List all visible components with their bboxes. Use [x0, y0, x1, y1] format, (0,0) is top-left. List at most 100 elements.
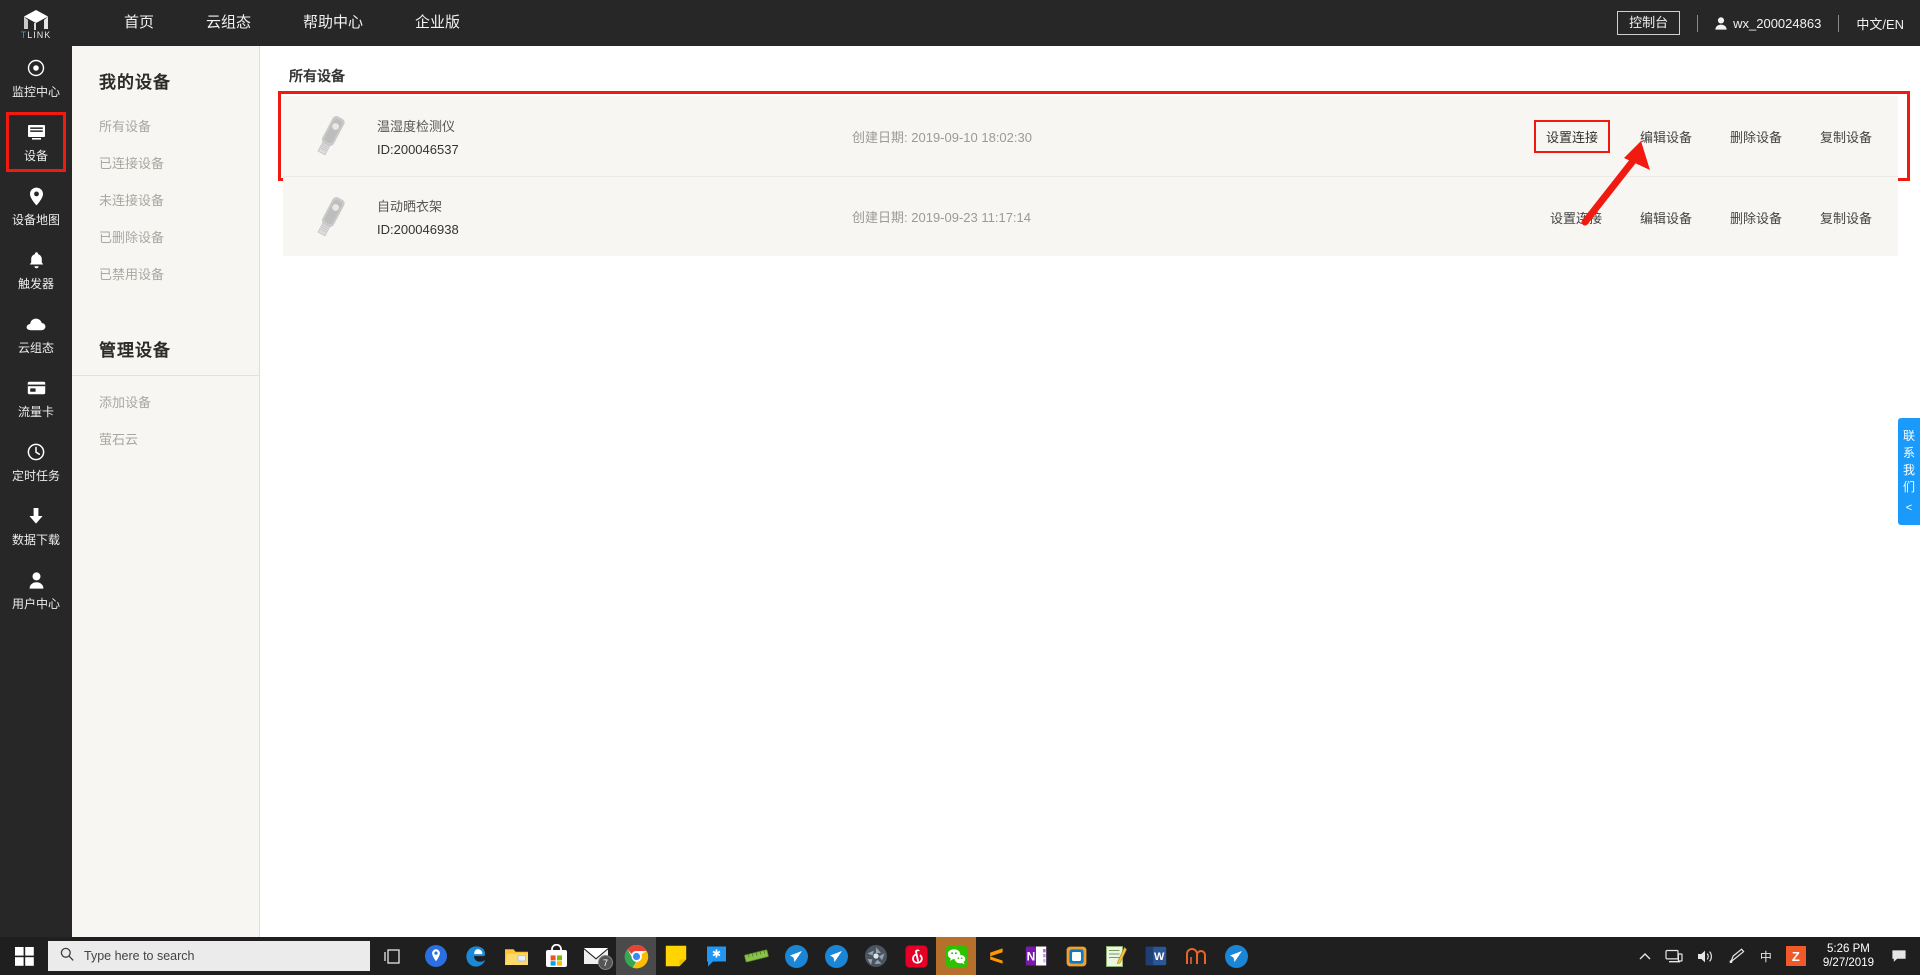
console-button[interactable]: 控制台 [1617, 10, 1681, 36]
taskbar-navicat-icon[interactable] [1176, 937, 1216, 975]
sidebar-item-sim-card[interactable]: 流量卡 [0, 366, 72, 430]
main-content: 所有设备 温湿度检测仪 ID:200046537 创建日期: 2019-09-1… [261, 46, 1920, 937]
copy-device-button[interactable]: 复制设备 [1812, 203, 1880, 232]
mail-unread-badge: 7 [598, 955, 613, 970]
sidebar-item-devices[interactable]: 设备 [0, 110, 72, 174]
subnav-group-title-my-devices: 我的设备 [99, 73, 171, 92]
sidebar-item-trigger[interactable]: 触发器 [0, 238, 72, 302]
taskbar-sublime-icon[interactable] [976, 937, 1016, 975]
taskbar-netease-music-icon[interactable] [896, 937, 936, 975]
taskbar-sticky-notes-icon[interactable] [656, 937, 696, 975]
system-tray: 中 Z 5:26 PM 9/27/2019 [1632, 937, 1920, 975]
left-icon-rail: 监控中心 设备 设备地图 触发器 云组态 流量卡 定时任务 数据下载 用户中心 [0, 46, 72, 937]
username-label: wx_200024863 [1733, 15, 1822, 31]
contact-us-label: 联系我们 [1902, 429, 1915, 494]
device-id: ID:200046537 [377, 141, 459, 157]
network-icon[interactable] [1658, 949, 1690, 964]
ime-language-indicator[interactable]: 中 [1753, 948, 1779, 965]
taskbar-chrome-icon[interactable] [616, 937, 656, 975]
show-hidden-icons-chevron-icon[interactable] [1632, 952, 1658, 961]
sidebar-item-data-download[interactable]: 数据下载 [0, 494, 72, 558]
delete-device-button[interactable]: 删除设备 [1722, 122, 1790, 151]
table-row[interactable]: 温湿度检测仪 ID:200046537 创建日期: 2019-09-10 18:… [278, 91, 1910, 181]
contact-us-tab[interactable]: 联系我们 < [1898, 418, 1920, 525]
search-input[interactable]: Type here to search [48, 941, 370, 971]
configure-connection-button[interactable]: 设置连接 [1533, 119, 1610, 153]
subnav-item-deleted-devices[interactable]: 已删除设备 [72, 218, 259, 255]
device-created-date: 创建日期: 2019-09-10 18:02:30 [852, 127, 1032, 146]
sidebar-item-monitoring-center[interactable]: 监控中心 [0, 46, 72, 110]
device-info: 自动晒衣架 ID:200046938 [377, 196, 757, 237]
device-list: 温湿度检测仪 ID:200046537 创建日期: 2019-09-10 18:… [278, 91, 1910, 256]
taskbar-maps-icon[interactable] [416, 937, 456, 975]
edit-device-button[interactable]: 编辑设备 [1632, 203, 1700, 232]
taskbar-edge-icon[interactable] [456, 937, 496, 975]
copy-device-button[interactable]: 复制设备 [1812, 122, 1880, 151]
subnav-item-add-device[interactable]: 添加设备 [72, 376, 259, 420]
user-menu[interactable]: wx_200024863 [1715, 16, 1821, 31]
taskbar-notepad-icon[interactable] [1096, 937, 1136, 975]
logo-wordmark: TLINK [21, 30, 52, 40]
taskbar-microsoft-store-icon[interactable] [536, 937, 576, 975]
nav-enterprise[interactable]: 企业版 [389, 0, 486, 46]
tlink-logo[interactable]: TLINK [0, 0, 72, 46]
taskbar-onenote-icon[interactable]: N [1016, 937, 1056, 975]
clock[interactable]: 5:26 PM 9/27/2019 [1813, 942, 1884, 970]
search-icon [60, 947, 74, 966]
pen-ime-icon[interactable] [1721, 948, 1753, 964]
device-thumbnail-icon [305, 112, 355, 160]
chevron-left-icon: < [1905, 502, 1913, 514]
top-right-controls: 控制台 wx_200024863 中文/EN [1617, 0, 1904, 46]
taskbar-file-explorer-icon[interactable] [496, 937, 536, 975]
search-placeholder: Type here to search [84, 949, 195, 963]
taskbar-app-icons: 7 ✱ N W [416, 937, 1256, 975]
subnav-item-disabled-devices[interactable]: 已禁用设备 [72, 255, 259, 292]
taskbar-word-icon[interactable]: W [1136, 937, 1176, 975]
sidebar-label: 定时任务 [11, 469, 60, 483]
zhihu-tray-icon[interactable]: Z [1779, 946, 1813, 966]
table-row[interactable]: 自动晒衣架 ID:200046938 创建日期: 2019-09-23 11:1… [283, 176, 1898, 256]
taskbar-messenger-icon[interactable]: ✱ [696, 937, 736, 975]
taskbar-wechat-icon[interactable] [936, 937, 976, 975]
sidebar-item-cloud-scada[interactable]: 云组态 [0, 302, 72, 366]
device-icon [27, 122, 46, 142]
configure-connection-button[interactable]: 设置连接 [1542, 203, 1610, 232]
taskbar-camera-icon[interactable] [856, 937, 896, 975]
user-icon [29, 570, 44, 590]
nav-cloud-scada[interactable]: 云组态 [180, 0, 277, 46]
taskbar-app-blue3-icon[interactable] [1216, 937, 1256, 975]
created-date-label: 创建日期: [852, 210, 908, 225]
delete-device-button[interactable]: 删除设备 [1722, 203, 1790, 232]
task-view-button[interactable] [370, 937, 416, 975]
action-center-icon[interactable] [1884, 948, 1916, 964]
device-id: ID:200046938 [377, 222, 459, 237]
sidebar-item-device-map[interactable]: 设备地图 [0, 174, 72, 238]
language-toggle[interactable]: 中文/EN [1856, 14, 1904, 33]
clock-time: 5:26 PM [1827, 943, 1870, 955]
logo-cube-icon [24, 9, 48, 30]
start-button[interactable] [0, 937, 48, 975]
nav-home[interactable]: 首页 [98, 0, 180, 46]
zhihu-badge: Z [1785, 946, 1806, 966]
taskbar-app-blue1-icon[interactable] [776, 937, 816, 975]
taskbar-ruler-icon[interactable] [736, 937, 776, 975]
device-name: 自动晒衣架 [377, 199, 443, 214]
secondary-sidebar: 我的设备 所有设备 已连接设备 未连接设备 已删除设备 已禁用设备 管理设备 添… [72, 46, 260, 937]
subnav-item-disconnected-devices[interactable]: 未连接设备 [72, 181, 259, 218]
taskbar-app-blue2-icon[interactable] [816, 937, 856, 975]
nav-help-center[interactable]: 帮助中心 [277, 0, 389, 46]
svg-text:✱: ✱ [711, 948, 720, 960]
logo-letters-link: LINK [27, 29, 52, 40]
sidebar-item-user-center[interactable]: 用户中心 [0, 558, 72, 622]
clock-date: 9/27/2019 [1822, 957, 1874, 969]
subnav-item-connected-devices[interactable]: 已连接设备 [72, 144, 259, 181]
edit-device-button[interactable]: 编辑设备 [1632, 122, 1700, 151]
user-avatar-icon [1715, 16, 1727, 30]
subnav-item-all-devices[interactable]: 所有设备 [72, 107, 259, 144]
subnav-item-ezviz-cloud[interactable]: 萤石云 [72, 420, 259, 457]
created-date-value: 2019-09-23 11:17:14 [911, 210, 1031, 225]
volume-icon[interactable] [1690, 949, 1721, 964]
sidebar-item-scheduled-task[interactable]: 定时任务 [0, 430, 72, 494]
taskbar-mail-icon[interactable]: 7 [576, 937, 616, 975]
taskbar-outlook-icon[interactable] [1056, 937, 1096, 975]
